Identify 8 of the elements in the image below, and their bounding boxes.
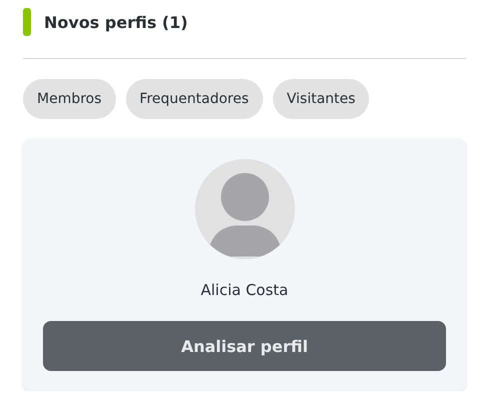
- filter-chip[interactable]: Visitantes: [272, 79, 370, 119]
- filter-chip[interactable]: Membros: [23, 79, 116, 119]
- accent-bar: [23, 8, 31, 36]
- avatar-icon: [194, 159, 294, 259]
- analyze-profile-button[interactable]: Analisar perfil: [43, 321, 446, 371]
- filter-chip[interactable]: Frequentadores: [126, 79, 263, 119]
- profile-name: Alicia Costa: [200, 281, 288, 299]
- section-title: Novos perfis (1): [44, 12, 188, 32]
